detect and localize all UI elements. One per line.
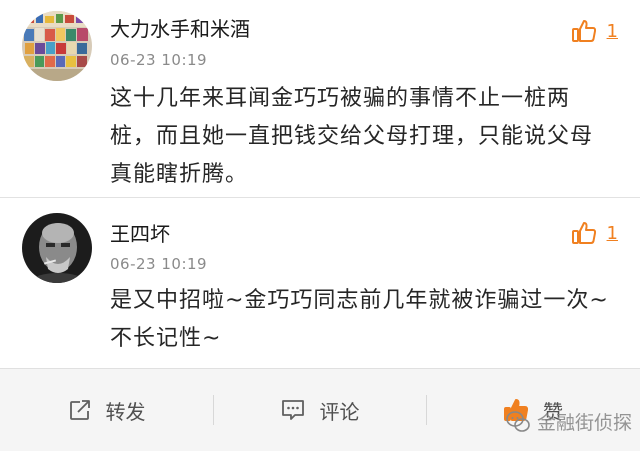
thumbs-up-icon <box>571 222 596 244</box>
comment-text: 是又中招啦~金巧巧同志前几年就被诈骗过一次~不长记性~ <box>110 288 609 351</box>
thumbs-up-icon <box>571 20 596 42</box>
username[interactable]: 大力水手和米酒 <box>110 13 250 42</box>
avatar[interactable] <box>22 11 92 81</box>
repost-button[interactable]: 转发 <box>0 369 213 451</box>
like-label: 赞 <box>543 399 563 424</box>
timestamp: 06-23 10:19 <box>110 51 208 69</box>
comment-icon <box>281 400 304 420</box>
username[interactable]: 王四坏 <box>110 218 170 247</box>
colorful-collage-avatar-icon <box>22 11 92 81</box>
like-count: 1 <box>606 20 618 42</box>
comment-item: 王四坏 06-23 10:19 是又中招啦~金巧巧同志前几年就被诈骗过一次~不长… <box>0 198 640 368</box>
comment-button[interactable]: 评论 <box>213 369 426 451</box>
bw-portrait-avatar-icon <box>22 213 92 283</box>
like-action-button[interactable]: 赞 <box>426 369 640 451</box>
like-count: 1 <box>606 222 618 244</box>
action-bar: 转发 评论 赞 金融街侦探 <box>0 368 640 451</box>
like-button[interactable]: 1 <box>571 16 618 46</box>
repost-label: 转发 <box>105 399 146 424</box>
repost-icon <box>69 400 90 420</box>
thumbs-up-icon <box>504 399 529 421</box>
comment-item: 大力水手和米酒 06-23 10:19 这十几年来耳闻金巧巧被骗的事情不止一桩两… <box>0 0 640 197</box>
avatar[interactable] <box>22 213 92 283</box>
like-button[interactable]: 1 <box>571 218 618 248</box>
timestamp: 06-23 10:19 <box>110 255 208 273</box>
comment-label: 评论 <box>319 399 360 424</box>
comment-text: 这十几年来耳闻金巧巧被骗的事情不止一桩两桩，而且她一直把钱交给父母打理，只能说父… <box>110 86 594 187</box>
